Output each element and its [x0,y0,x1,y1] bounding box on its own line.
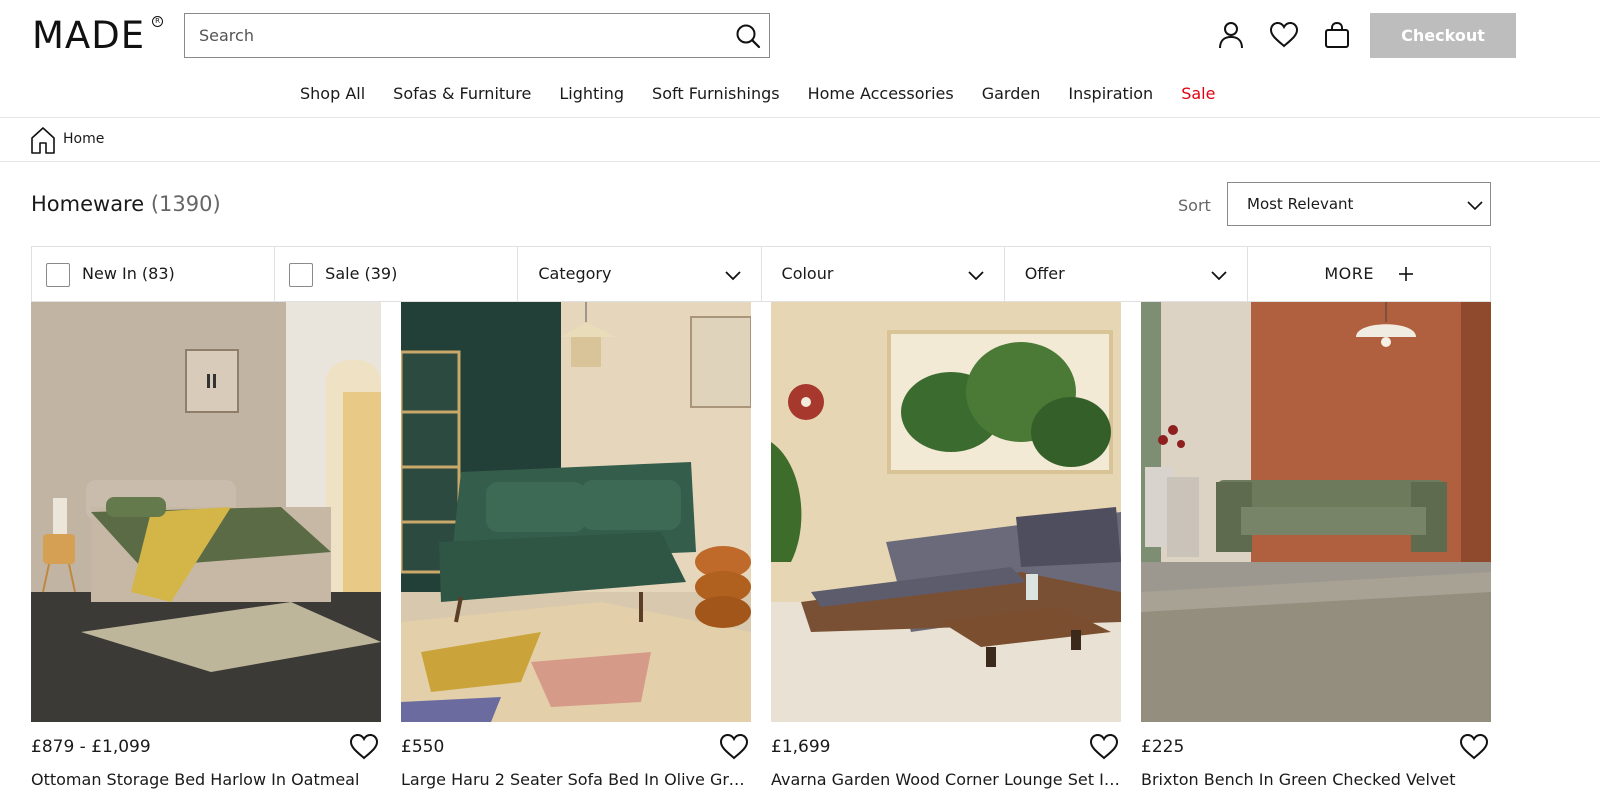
basket-icon[interactable] [1322,20,1352,50]
nav-sofas-furniture[interactable]: Sofas & Furniture [393,84,531,103]
colour-label: Colour [781,264,834,283]
sale-label: Sale (39) [325,264,398,283]
new-in-label: New In (83) [82,264,175,283]
nav-shop-all[interactable]: Shop All [300,84,365,103]
product-price: £879 - £1,099 [31,737,151,757]
product-image-bench[interactable] [1141,302,1491,722]
nav-garden[interactable]: Garden [982,84,1041,103]
offer-label: Offer [1024,264,1065,283]
sort-value: Most Relevant [1247,195,1354,213]
category-label: Category [538,264,612,283]
filter-new-in[interactable]: New In (83) [32,247,276,301]
made-logo[interactable]: MADE [32,16,145,56]
product-price: £550 [401,737,445,757]
heart-icon[interactable] [349,732,379,760]
site-header: MADE R Checkout [0,0,1600,72]
nav-home-accessories[interactable]: Home Accessories [808,84,954,103]
filter-bar: New In (83) Sale (39) Category Colour Of… [31,246,1491,302]
chevron-down-icon [968,271,984,281]
product-name[interactable]: Large Haru 2 Seater Sofa Bed In Olive Gr… [401,770,751,789]
registered-mark: R [152,16,163,27]
sort-dropdown[interactable]: Most Relevant [1227,182,1491,226]
filter-offer[interactable]: Offer [1005,247,1248,301]
wishlist-heart-icon[interactable] [1269,20,1299,50]
product-price: £1,699 [771,737,831,757]
page-title: Homeware (1390) [31,192,221,216]
plus-icon [1398,267,1413,281]
filter-colour[interactable]: Colour [762,247,1005,301]
search-icon[interactable] [735,23,761,49]
checkout-button[interactable]: Checkout [1370,13,1516,58]
result-count: (1390) [150,192,221,216]
nav-inspiration[interactable]: Inspiration [1068,84,1153,103]
product-image-lounge-set[interactable] [771,302,1121,722]
more-label: MORE [1324,264,1374,283]
home-icon[interactable] [30,126,56,154]
filter-sale[interactable]: Sale (39) [275,247,519,301]
new-in-checkbox[interactable] [46,263,70,287]
product-image-bed[interactable] [31,302,381,722]
nav-sale[interactable]: Sale [1181,84,1215,103]
nav-soft-furnishings[interactable]: Soft Furnishings [652,84,780,103]
breadcrumb: Home [0,119,1600,162]
product-price: £225 [1141,737,1185,757]
filter-category[interactable]: Category [518,247,762,301]
sale-checkbox[interactable] [289,263,314,287]
heart-icon[interactable] [719,732,749,760]
heart-icon[interactable] [1459,732,1489,760]
nav-lighting[interactable]: Lighting [559,84,624,103]
breadcrumb-home[interactable]: Home [63,131,104,147]
chevron-down-icon [1211,271,1227,281]
product-name[interactable]: Ottoman Storage Bed Harlow In Oatmeal [31,770,381,789]
chevron-down-icon [724,271,741,281]
more-filters-button[interactable]: MORE [1248,264,1490,283]
product-name[interactable]: Brixton Bench In Green Checked Velvet [1141,770,1491,789]
heart-icon[interactable] [1089,732,1119,760]
sort-label: Sort [1178,196,1211,215]
product-image-sofa[interactable] [401,302,751,722]
search-input[interactable] [185,14,725,57]
main-nav: Shop All Sofas & Furniture Lighting Soft… [0,78,1600,118]
account-icon[interactable] [1216,20,1246,50]
search-box [184,13,770,58]
chevron-down-icon [1467,201,1483,211]
page-title-text: Homeware [31,192,145,216]
product-name[interactable]: Avarna Garden Wood Corner Lounge Set In … [771,770,1121,789]
filter-more[interactable]: MORE [1248,247,1490,301]
